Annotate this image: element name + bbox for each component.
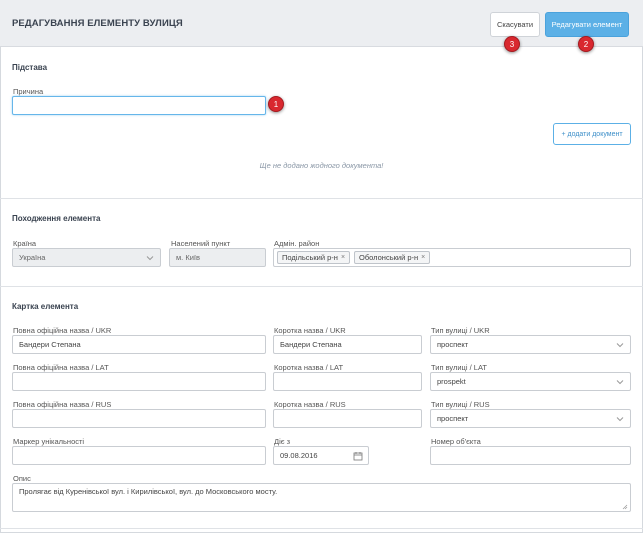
reason-input[interactable]: [12, 96, 266, 115]
street-type-ukr-label: Тип вулиці / UKR: [431, 326, 490, 335]
full-name-lat-input[interactable]: [12, 372, 266, 391]
full-name-rus-label: Повна офіційна назва / RUS: [13, 400, 112, 409]
short-name-ukr-input[interactable]: Бандери Степана: [273, 335, 422, 354]
district-tag[interactable]: Подільський р-н ×: [277, 251, 351, 264]
district-tag-label: Подільський р-н: [282, 253, 338, 262]
street-type-rus-select[interactable]: проспект: [430, 409, 631, 428]
short-name-rus-label: Коротка назва / RUS: [274, 400, 346, 409]
full-name-ukr-input[interactable]: Бандери Степана: [12, 335, 266, 354]
uniqueness-marker-label: Маркер унікальності: [13, 437, 85, 446]
district-label: Адмін. район: [274, 239, 320, 248]
short-name-ukr-label: Коротка назва / UKR: [274, 326, 346, 335]
no-documents-note: Ще не додано жодного документа!: [259, 161, 384, 170]
resize-handle-icon[interactable]: [622, 503, 628, 510]
chevron-down-icon: [146, 254, 154, 262]
section-divider: [0, 198, 643, 199]
reason-label: Причина: [13, 87, 44, 96]
annotation-badge-2: 2: [578, 36, 594, 52]
close-icon[interactable]: ×: [421, 254, 425, 261]
add-document-button[interactable]: + додати документ: [553, 123, 631, 145]
country-select[interactable]: Україна: [12, 248, 161, 267]
valid-from-label: Діє з: [274, 437, 291, 446]
chevron-down-icon: [616, 415, 624, 423]
city-input[interactable]: м. Київ: [169, 248, 266, 267]
street-type-lat-value: prospekt: [437, 377, 466, 386]
district-tag-label: Оболонський р-н: [359, 253, 419, 262]
page-header: РЕДАГУВАННЯ ЕЛЕМЕНТУ ВУЛИЦЯ Скасувати Ре…: [0, 0, 643, 47]
short-name-rus-input[interactable]: [273, 409, 422, 428]
basis-section-title: Підстава: [12, 63, 48, 72]
page-title: РЕДАГУВАННЯ ЕЛЕМЕНТУ ВУЛИЦЯ: [12, 18, 183, 29]
street-type-rus-value: проспект: [437, 414, 469, 423]
object-number-input[interactable]: [430, 446, 631, 465]
close-icon[interactable]: ×: [341, 254, 345, 261]
description-textarea[interactable]: Пролягає від Куренівської вул. і Кирилів…: [12, 483, 631, 512]
section-divider: [0, 286, 643, 287]
district-tag[interactable]: Оболонський р-н ×: [354, 251, 431, 264]
street-type-ukr-select[interactable]: проспект: [430, 335, 631, 354]
card-section-title: Картка елемента: [12, 302, 79, 311]
uniqueness-marker-input[interactable]: [12, 446, 266, 465]
valid-from-date-input[interactable]: 09.08.2016: [273, 446, 369, 465]
calendar-icon[interactable]: [353, 451, 363, 461]
city-label: Населений пункт: [171, 239, 231, 248]
valid-from-value: 09.08.2016: [280, 451, 318, 460]
chevron-down-icon: [616, 341, 624, 349]
full-name-lat-label: Повна офіційна назва / LAT: [13, 363, 109, 372]
street-type-ukr-value: проспект: [437, 340, 469, 349]
short-name-lat-label: Коротка назва / LAT: [274, 363, 344, 372]
full-name-rus-input[interactable]: [12, 409, 266, 428]
short-name-lat-input[interactable]: [273, 372, 422, 391]
country-label: Країна: [13, 239, 37, 248]
country-value: Україна: [19, 253, 46, 262]
description-value: Пролягає від Куренівської вул. і Кирилів…: [19, 487, 278, 496]
origin-section-title: Походження елемента: [12, 214, 101, 223]
description-label: Опис: [13, 474, 31, 483]
chevron-down-icon: [616, 378, 624, 386]
object-number-label: Номер об'єкта: [431, 437, 481, 446]
street-type-lat-label: Тип вулиці / LAT: [431, 363, 487, 372]
annotation-badge-1: 1: [268, 96, 284, 112]
cancel-button[interactable]: Скасувати: [490, 12, 540, 37]
annotation-badge-3: 3: [504, 36, 520, 52]
edit-element-button[interactable]: Редагувати елемент: [545, 12, 629, 37]
street-type-lat-select[interactable]: prospekt: [430, 372, 631, 391]
section-divider: [0, 528, 643, 529]
district-multiselect[interactable]: Подільський р-н × Оболонський р-н ×: [273, 248, 631, 267]
street-type-rus-label: Тип вулиці / RUS: [431, 400, 490, 409]
full-name-ukr-label: Повна офіційна назва / UKR: [13, 326, 112, 335]
